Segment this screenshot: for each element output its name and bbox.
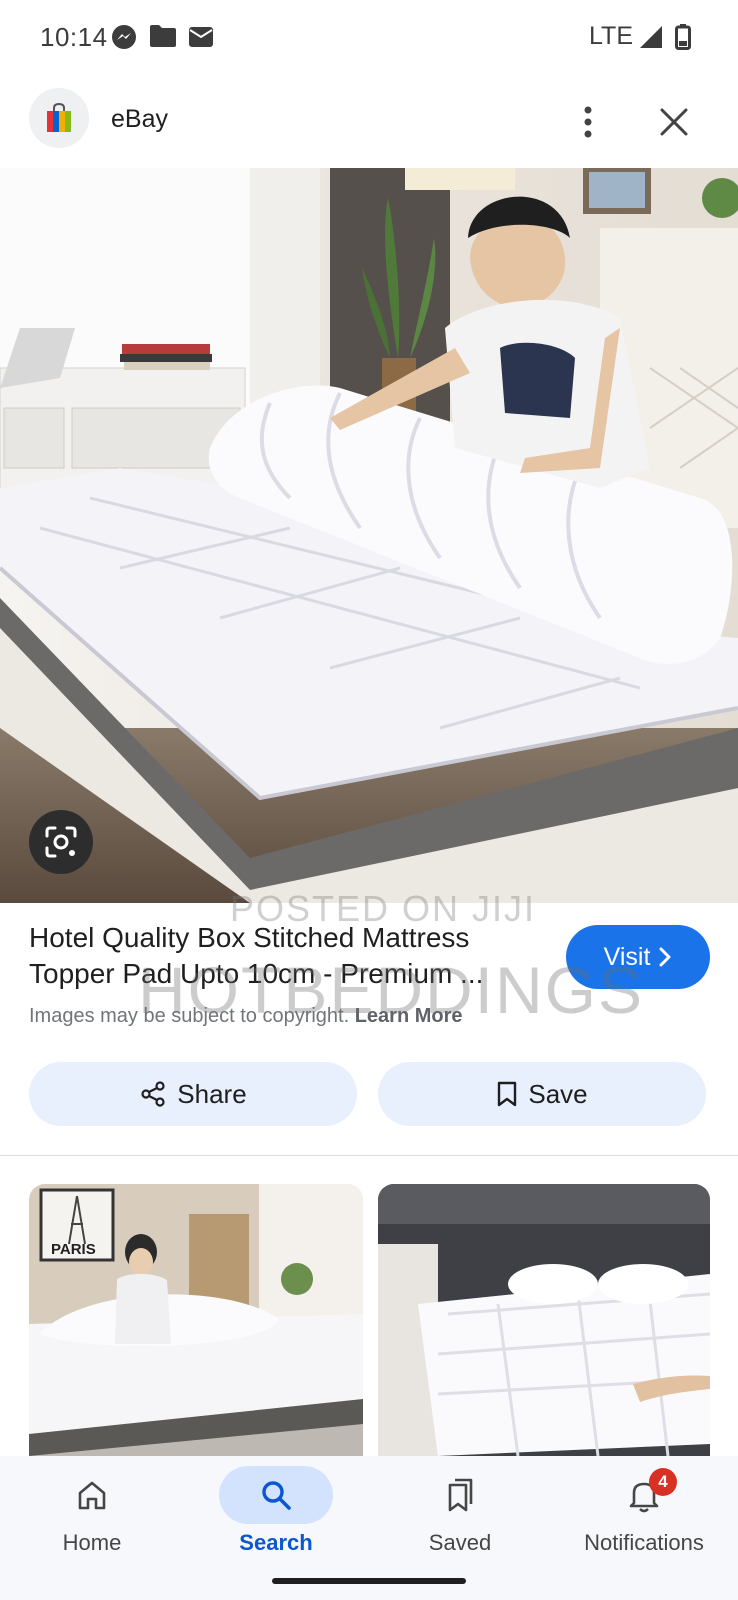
nav-notifications[interactable]: 4 Notifications xyxy=(552,1456,736,1576)
bookmark-icon xyxy=(498,1081,517,1107)
share-button[interactable]: Share xyxy=(29,1062,357,1126)
status-time: 10:14 xyxy=(40,22,108,52)
source-title: eBay xyxy=(111,105,168,133)
nav-notifications-label: Notifications xyxy=(584,1530,704,1555)
nav-saved-icon-wrap xyxy=(403,1466,517,1524)
save-label: Save xyxy=(528,1078,588,1109)
watermark-line2: HOTBEDDINGS xyxy=(138,953,645,1027)
close-icon[interactable] xyxy=(654,102,694,142)
source-header: eBay xyxy=(0,88,738,154)
network-type: LTE xyxy=(589,22,633,50)
notification-count-badge: 4 xyxy=(649,1468,677,1496)
search-icon xyxy=(262,1481,291,1510)
save-button[interactable]: Save xyxy=(378,1062,706,1126)
messenger-icon xyxy=(112,25,136,49)
battery-icon xyxy=(675,24,691,50)
nav-search-label: Search xyxy=(239,1530,313,1555)
nav-search[interactable]: Search xyxy=(184,1456,368,1576)
gesture-handle[interactable] xyxy=(272,1578,466,1584)
related-photo-2 xyxy=(378,1184,710,1456)
saved-icon xyxy=(448,1478,473,1512)
signal-icon xyxy=(640,26,662,48)
watermark-line1: POSTED ON JIJI xyxy=(230,888,537,929)
camera-lens-icon xyxy=(45,826,77,858)
share-icon xyxy=(141,1081,165,1107)
nav-saved-label: Saved xyxy=(428,1530,492,1555)
mattress-topper-photo xyxy=(0,168,738,903)
paris-poster-text: PARIS xyxy=(51,1241,96,1258)
nav-home[interactable]: Home xyxy=(0,1456,184,1576)
main-product-image[interactable] xyxy=(0,168,738,903)
related-image-1[interactable]: PARIS xyxy=(29,1184,363,1456)
share-label: Share xyxy=(177,1078,247,1109)
mail-icon xyxy=(189,27,213,47)
nav-home-label: Home xyxy=(62,1530,122,1555)
shopping-bag-icon xyxy=(47,103,71,132)
lens-search-button[interactable] xyxy=(29,810,93,874)
home-icon xyxy=(78,1481,106,1510)
ebay-favicon xyxy=(29,88,89,148)
nav-saved[interactable]: Saved xyxy=(368,1456,552,1576)
more-options-icon[interactable] xyxy=(568,102,608,142)
nav-search-icon-wrap xyxy=(219,1466,333,1524)
related-image-2[interactable] xyxy=(378,1184,710,1456)
chevron-right-icon xyxy=(659,947,671,967)
nav-notifications-icon-wrap: 4 xyxy=(587,1466,701,1524)
nav-home-icon-wrap xyxy=(35,1466,149,1524)
folder-icon xyxy=(150,25,176,47)
related-photo-1: PARIS xyxy=(29,1184,363,1456)
status-bar: 10:14 LTE xyxy=(0,0,738,74)
section-divider xyxy=(0,1155,738,1156)
